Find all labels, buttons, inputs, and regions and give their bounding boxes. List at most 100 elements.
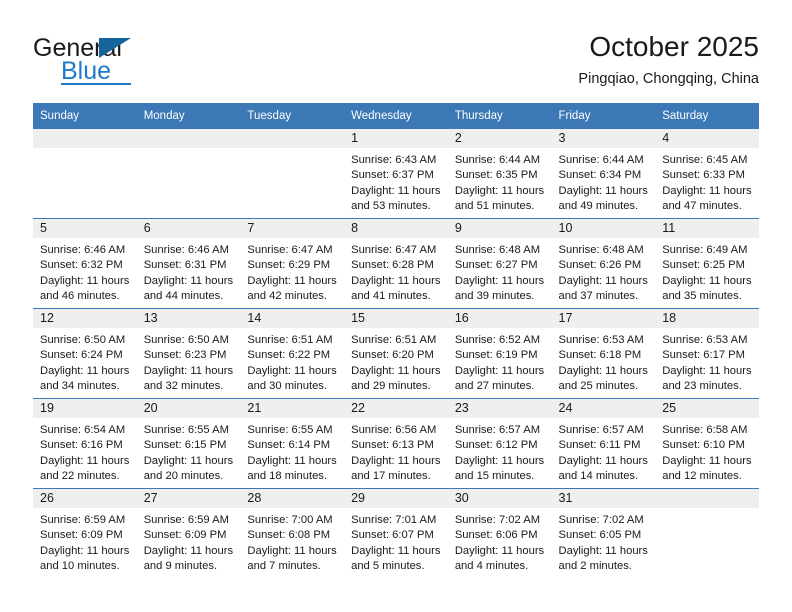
- calendar-day-cell[interactable]: 23 Sunrise: 6:57 AM Sunset: 6:12 PM Dayligh…: [447, 398, 552, 489]
- sunset-text: Sunset: 6:20 PM: [351, 349, 434, 362]
- sunrise-text: Sunrise: 6:48 AM: [558, 244, 644, 256]
- calendar-day-cell[interactable]: 5 Sunrise: 6:46 AM Sunset: 6:32 PM Daylight…: [33, 218, 137, 309]
- calendar-day-cell[interactable]: 18 Sunrise: 6:53 AM Sunset: 6:17 PM Dayligh…: [655, 308, 759, 399]
- calendar-day-cell[interactable]: 21 Sunrise: 6:55 AM Sunset: 6:14 PM Dayligh…: [240, 398, 345, 489]
- daylight-text: Daylight: 11 hours and 18 minutes.: [247, 454, 337, 483]
- calendar-day-cell[interactable]: 28 Sunrise: 7:00 AM Sunset: 6:08 PM Dayligh…: [240, 488, 345, 578]
- sunset-text: Sunset: 6:13 PM: [351, 439, 434, 452]
- sunset-text: Sunset: 6:19 PM: [454, 349, 538, 362]
- daylight-text: Daylight: 11 hours and 29 minutes.: [351, 364, 441, 393]
- sunrise-text: Sunrise: 6:58 AM: [662, 424, 748, 436]
- calendar-day-cell[interactable]: 22 Sunrise: 6:56 AM Sunset: 6:13 PM Dayligh…: [344, 398, 448, 489]
- day-details: Sunrise: 6:44 AM Sunset: 6:34 PM Daylight:…: [552, 148, 656, 215]
- calendar-day-cell[interactable]: 17 Sunrise: 6:53 AM Sunset: 6:18 PM Dayligh…: [551, 308, 656, 399]
- sunset-text: Sunset: 6:14 PM: [247, 439, 331, 452]
- day-details: Sunrise: 6:50 AM Sunset: 6:24 PM Daylight:…: [33, 328, 137, 395]
- day-number: 21: [240, 399, 345, 418]
- general-blue-logo: General Blue: [33, 34, 233, 90]
- day-number: 27: [136, 489, 241, 508]
- calendar-day-cell[interactable]: 31 Sunrise: 7:02 AM Sunset: 6:05 PM Dayligh…: [551, 488, 656, 578]
- daylight-text: Daylight: 11 hours and 34 minutes.: [40, 364, 130, 393]
- day-details: Sunrise: 6:50 AM Sunset: 6:23 PM Daylight:…: [137, 328, 241, 395]
- sunset-text: Sunset: 6:16 PM: [40, 439, 123, 452]
- sunrise-text: Sunrise: 6:56 AM: [351, 424, 437, 436]
- calendar-day-cell[interactable]: 19 Sunrise: 6:54 AM Sunset: 6:16 PM Dayligh…: [33, 398, 137, 489]
- day-details: Sunrise: 6:48 AM Sunset: 6:26 PM Daylight:…: [552, 238, 656, 305]
- calendar-day-cell-empty: [655, 488, 759, 578]
- sunset-text: Sunset: 6:09 PM: [143, 529, 227, 542]
- sunset-text: Sunset: 6:15 PM: [143, 439, 227, 452]
- day-number: 11: [655, 219, 759, 238]
- daylight-text: Daylight: 11 hours and 30 minutes.: [247, 364, 337, 393]
- daylight-text: Daylight: 11 hours and 20 minutes.: [143, 454, 234, 483]
- day-number: 19: [33, 399, 137, 418]
- day-number: 26: [33, 489, 137, 508]
- daylight-text: Daylight: 11 hours and 7 minutes.: [247, 544, 337, 573]
- day-number: 13: [136, 309, 241, 328]
- sunrise-text: Sunrise: 6:49 AM: [662, 244, 748, 256]
- day-number: [136, 129, 241, 148]
- day-details: Sunrise: 7:01 AM Sunset: 6:07 PM Daylight:…: [344, 508, 448, 575]
- daylight-text: Daylight: 11 hours and 15 minutes.: [454, 454, 545, 483]
- daylight-text: Daylight: 11 hours and 10 minutes.: [40, 544, 130, 573]
- day-number: 31: [551, 489, 656, 508]
- sunset-text: Sunset: 6:24 PM: [40, 349, 123, 362]
- calendar-day-cell[interactable]: 25 Sunrise: 6:58 AM Sunset: 6:10 PM Dayligh…: [655, 398, 759, 489]
- daylight-text: Daylight: 11 hours and 51 minutes.: [454, 184, 545, 213]
- sunset-text: Sunset: 6:35 PM: [454, 169, 538, 182]
- day-details: Sunrise: 6:46 AM Sunset: 6:31 PM Daylight:…: [137, 238, 241, 305]
- sunrise-text: Sunrise: 6:54 AM: [40, 424, 126, 436]
- sunrise-text: Sunrise: 6:48 AM: [454, 244, 541, 256]
- day-number: 15: [344, 309, 448, 328]
- calendar-week-row: 1 Sunrise: 6:43 AM Sunset: 6:37 PM Daylight…: [33, 129, 759, 219]
- sunset-text: Sunset: 6:32 PM: [40, 259, 123, 272]
- calendar-day-cell[interactable]: 20 Sunrise: 6:55 AM Sunset: 6:15 PM Dayligh…: [136, 398, 241, 489]
- calendar-day-cell[interactable]: 8 Sunrise: 6:47 AM Sunset: 6:28 PM Daylight…: [344, 218, 448, 309]
- sunset-text: Sunset: 6:29 PM: [247, 259, 331, 272]
- sunrise-text: Sunrise: 6:53 AM: [662, 334, 748, 346]
- weekday-header-wednesday: Wednesday: [344, 103, 448, 129]
- day-details: Sunrise: 7:02 AM Sunset: 6:06 PM Daylight:…: [448, 508, 552, 575]
- calendar-day-cell[interactable]: 10 Sunrise: 6:48 AM Sunset: 6:26 PM Dayligh…: [551, 218, 656, 309]
- calendar-day-cell[interactable]: 30 Sunrise: 7:02 AM Sunset: 6:06 PM Dayligh…: [447, 488, 552, 578]
- day-number: 30: [447, 489, 552, 508]
- daylight-text: Daylight: 11 hours and 37 minutes.: [558, 274, 648, 303]
- calendar-day-cell[interactable]: 16 Sunrise: 6:52 AM Sunset: 6:19 PM Dayligh…: [447, 308, 552, 399]
- calendar-day-cell[interactable]: 29 Sunrise: 7:01 AM Sunset: 6:07 PM Dayligh…: [344, 488, 448, 578]
- daylight-text: Daylight: 11 hours and 5 minutes.: [351, 544, 441, 573]
- calendar-day-cell[interactable]: 7 Sunrise: 6:47 AM Sunset: 6:29 PM Daylight…: [240, 218, 345, 309]
- sunset-text: Sunset: 6:37 PM: [351, 169, 434, 182]
- calendar-day-cell[interactable]: 9 Sunrise: 6:48 AM Sunset: 6:27 PM Daylight…: [447, 218, 552, 309]
- calendar-day-cell[interactable]: 4 Sunrise: 6:45 AM Sunset: 6:33 PM Daylight…: [655, 129, 759, 219]
- calendar-day-cell[interactable]: 11 Sunrise: 6:49 AM Sunset: 6:25 PM Dayligh…: [655, 218, 759, 309]
- calendar-day-cell[interactable]: 13 Sunrise: 6:50 AM Sunset: 6:23 PM Dayligh…: [136, 308, 241, 399]
- calendar-day-cell[interactable]: 15 Sunrise: 6:51 AM Sunset: 6:20 PM Dayligh…: [344, 308, 448, 399]
- calendar-day-cell[interactable]: 24 Sunrise: 6:57 AM Sunset: 6:11 PM Dayligh…: [551, 398, 656, 489]
- calendar-day-cell[interactable]: 1 Sunrise: 6:43 AM Sunset: 6:37 PM Daylight…: [344, 129, 448, 219]
- calendar-day-cell[interactable]: 26 Sunrise: 6:59 AM Sunset: 6:09 PM Dayligh…: [33, 488, 137, 578]
- sunset-text: Sunset: 6:23 PM: [143, 349, 227, 362]
- calendar-day-cell[interactable]: 6 Sunrise: 6:46 AM Sunset: 6:31 PM Daylight…: [136, 218, 241, 309]
- sunrise-text: Sunrise: 6:57 AM: [454, 424, 541, 436]
- calendar-body: 1 Sunrise: 6:43 AM Sunset: 6:37 PM Daylight…: [33, 129, 759, 578]
- calendar-day-cell[interactable]: 3 Sunrise: 6:44 AM Sunset: 6:34 PM Daylight…: [551, 129, 656, 219]
- day-number: 16: [447, 309, 552, 328]
- day-number: 9: [447, 219, 552, 238]
- calendar-week-row: 12 Sunrise: 6:50 AM Sunset: 6:24 PM Dayligh…: [33, 308, 759, 399]
- calendar-day-cell[interactable]: 2 Sunrise: 6:44 AM Sunset: 6:35 PM Daylight…: [447, 129, 552, 219]
- weekday-header-tuesday: Tuesday: [240, 103, 345, 129]
- location-subtitle: Pingqiao, Chongqing, China: [578, 71, 759, 87]
- sunrise-text: Sunrise: 6:55 AM: [247, 424, 333, 436]
- weekday-header-saturday: Saturday: [655, 103, 759, 129]
- day-number: 22: [344, 399, 448, 418]
- sunrise-text: Sunrise: 6:55 AM: [143, 424, 229, 436]
- calendar-day-cell[interactable]: 27 Sunrise: 6:59 AM Sunset: 6:09 PM Dayligh…: [136, 488, 241, 578]
- calendar-day-cell[interactable]: 14 Sunrise: 6:51 AM Sunset: 6:22 PM Dayligh…: [240, 308, 345, 399]
- sunrise-text: Sunrise: 7:02 AM: [558, 514, 644, 526]
- day-details: Sunrise: 6:57 AM Sunset: 6:12 PM Daylight:…: [448, 418, 552, 485]
- day-number: [240, 129, 345, 148]
- calendar-day-cell[interactable]: 12 Sunrise: 6:50 AM Sunset: 6:24 PM Dayligh…: [33, 308, 137, 399]
- weekday-header-monday: Monday: [136, 103, 241, 129]
- daylight-text: Daylight: 11 hours and 42 minutes.: [247, 274, 337, 303]
- daylight-text: Daylight: 11 hours and 9 minutes.: [143, 544, 234, 573]
